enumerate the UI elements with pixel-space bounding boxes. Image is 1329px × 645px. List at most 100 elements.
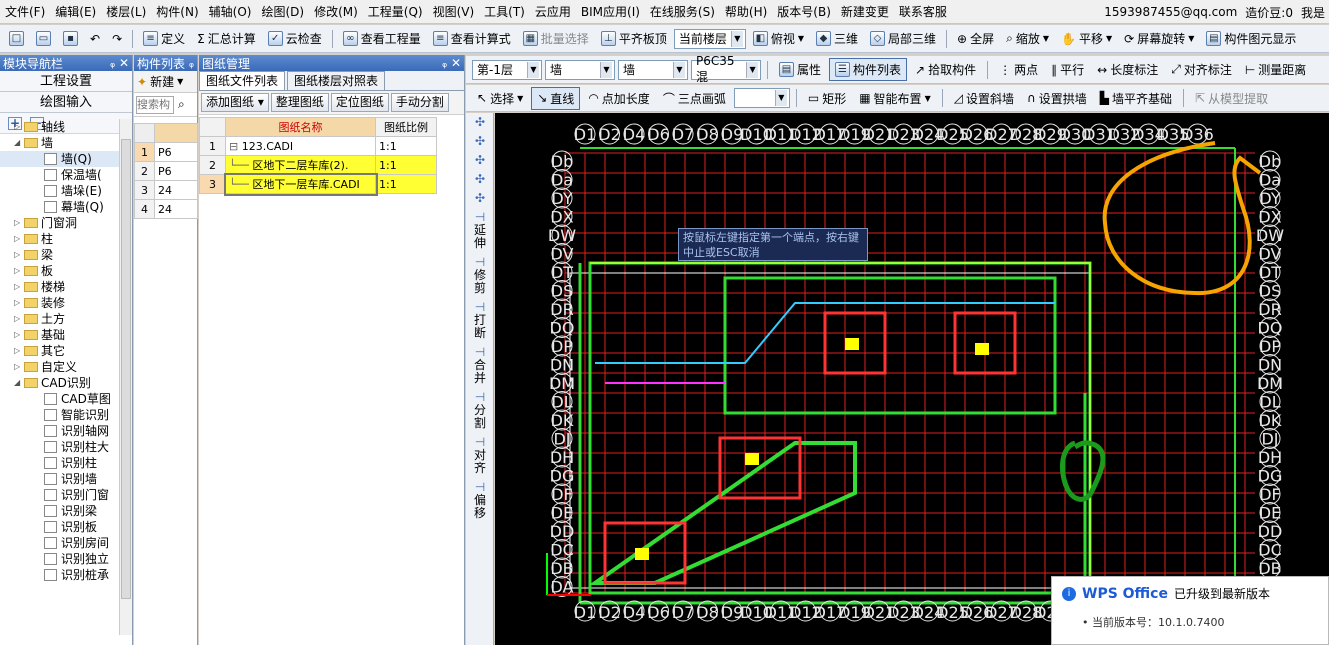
component-cell[interactable]: 24 xyxy=(154,180,198,200)
pan-button[interactable]: ✋ 平移 ▼ xyxy=(1056,28,1117,49)
menu-item-16[interactable]: 联系客服 xyxy=(894,3,952,20)
project-settings-button[interactable]: 工程设置 xyxy=(0,71,132,92)
floor-selector[interactable]: 当前楼层 ▼ xyxy=(673,28,746,49)
menu-item-6[interactable]: 修改(M) xyxy=(309,3,363,20)
tree-item[interactable]: ▷ 柱 xyxy=(0,231,120,247)
property-button[interactable]: ▤ 属性 xyxy=(774,59,826,80)
new-component-button[interactable]: ✦ 新建 ▼ xyxy=(137,73,183,90)
cad-drawing[interactable]: D1D1D2D2D4D4D6D6D7D7D8D8D9D9D10D10D11D11… xyxy=(495,113,1329,645)
fullscreen-button[interactable]: ⊕ 全屏 xyxy=(952,28,999,49)
tree-item[interactable]: ◢ 墙 xyxy=(0,135,120,151)
tree-item[interactable]: 墙垛(E) xyxy=(0,183,120,199)
expand-arrow-icon[interactable]: ▷ xyxy=(14,279,24,295)
drawing-name-cell[interactable]: ⊟ 123.CADI xyxy=(225,136,376,156)
tree-item[interactable]: ▷ 土方 xyxy=(0,311,120,327)
arch-wall-button[interactable]: ∩ 设置拱墙 xyxy=(1022,88,1092,109)
batch-select-button[interactable]: ▦ 批量选择 xyxy=(518,28,594,49)
table-row[interactable]: 2 P6 xyxy=(134,161,198,181)
tree-item[interactable]: 识别独立 xyxy=(0,551,120,567)
expand-arrow-icon[interactable]: ▷ xyxy=(14,311,24,327)
sum-calc-button[interactable]: Σ 汇总计算 xyxy=(192,28,261,49)
tree-item[interactable]: 识别墙 xyxy=(0,471,120,487)
expand-arrow-icon[interactable]: ◢ xyxy=(14,375,24,391)
measure-distance-button[interactable]: ⊢ 测量距离 xyxy=(1240,59,1311,80)
rotate-icon[interactable]: ✣ xyxy=(466,189,494,208)
brush-icon[interactable]: ✣ xyxy=(466,113,494,132)
scrollbar-thumb[interactable] xyxy=(121,139,131,599)
tree-item[interactable]: ▷ 自定义 xyxy=(0,359,120,375)
side-tool-6[interactable]: ⊣ 偏移 xyxy=(466,478,494,523)
menu-item-2[interactable]: 楼层(L) xyxy=(101,3,151,20)
align-base-button[interactable]: ▙ 墙平齐基础 xyxy=(1095,88,1177,109)
locate-drawing-button[interactable]: 定位图纸 xyxy=(330,93,389,112)
menu-item-9[interactable]: 工具(T) xyxy=(479,3,530,20)
table-row[interactable]: 1 P6 xyxy=(134,142,198,162)
tree-item[interactable]: ▷ 装修 xyxy=(0,295,120,311)
pin-icon[interactable]: ᵩ xyxy=(189,56,194,70)
menu-item-13[interactable]: 帮助(H) xyxy=(720,3,772,20)
flush-top-button[interactable]: ⊥ 平齐板顶 xyxy=(596,28,672,49)
side-tool-4[interactable]: ⊣ 分割 xyxy=(466,388,494,433)
side-tool-1[interactable]: ⊣ 修剪 xyxy=(466,253,494,298)
mirror-icon[interactable]: ✣ xyxy=(466,151,494,170)
zoom-button[interactable]: ⌕ 缩放 ▼ xyxy=(1001,28,1054,49)
subtype-dropdown[interactable]: 墙 ▼ xyxy=(618,59,688,80)
tab-floor-map[interactable]: 图纸楼层对照表 xyxy=(287,71,386,90)
point-length-button[interactable]: ◠ 点加长度 xyxy=(583,88,655,109)
drawing-name-cell[interactable]: └── 区地下一层车库.CADI xyxy=(223,172,378,196)
save-button[interactable]: ▪ xyxy=(58,29,83,48)
expand-arrow-icon[interactable]: ▷ xyxy=(14,119,24,135)
table-row[interactable]: 3 24 xyxy=(134,180,198,200)
component-cell[interactable]: P6 xyxy=(154,161,198,181)
menu-item-7[interactable]: 工程量(Q) xyxy=(363,3,428,20)
tree-item[interactable]: ▷ 楼梯 xyxy=(0,279,120,295)
tree-item[interactable]: CAD草图 xyxy=(0,391,120,407)
component-cell[interactable]: 24 xyxy=(154,199,198,219)
component-search-input[interactable] xyxy=(136,95,174,114)
tree-item[interactable]: 识别房间 xyxy=(0,535,120,551)
account-email[interactable]: 1593987455@qq.com xyxy=(1104,5,1237,19)
search-icon[interactable]: ⌕ xyxy=(178,97,185,112)
redo-button[interactable]: ↷ xyxy=(107,30,127,48)
tab-file-list[interactable]: 图纸文件列表 xyxy=(199,71,286,90)
tree-item[interactable]: 识别柱大 xyxy=(0,439,120,455)
define-button[interactable]: ≡ 定义 xyxy=(138,28,190,49)
menu-item-12[interactable]: 在线服务(S) xyxy=(645,3,720,20)
parallel-button[interactable]: ∥ 平行 xyxy=(1046,59,1089,80)
expand-arrow-icon[interactable]: ▷ xyxy=(14,247,24,263)
menu-item-15[interactable]: 新建变更 xyxy=(836,3,894,20)
expand-arrow-icon[interactable]: ▷ xyxy=(14,263,24,279)
tree-item[interactable]: ▷ 梁 xyxy=(0,247,120,263)
tree-item[interactable]: ▷ 轴线 xyxy=(0,119,120,135)
menu-item-0[interactable]: 文件(F) xyxy=(0,3,50,20)
slope-wall-button[interactable]: ◿ 设置斜墙 xyxy=(949,88,1019,109)
view-quantity-button[interactable]: ∞ 查看工程量 xyxy=(338,28,426,49)
side-tool-2[interactable]: ⊣ 打断 xyxy=(466,298,494,343)
drawing-scale-cell[interactable]: 1:1 xyxy=(375,155,437,175)
menu-item-11[interactable]: BIM应用(I) xyxy=(576,3,645,20)
floor-dropdown[interactable]: 第-1层 ▼ xyxy=(472,59,542,80)
table-row[interactable]: 4 24 xyxy=(134,199,198,219)
table-row[interactable]: 2 └── 区地下二层车库(2). 1:1 xyxy=(199,155,437,175)
pick-component-button[interactable]: ↗ 拾取构件 xyxy=(910,59,981,80)
tree-item[interactable]: 幕墙(Q) xyxy=(0,199,120,215)
menu-item-14[interactable]: 版本号(B) xyxy=(772,3,836,20)
add-drawing-button[interactable]: 添加图纸 ▾ xyxy=(201,93,269,112)
material-dropdown[interactable]: P6C35混 ▼ xyxy=(691,54,761,84)
tree-scrollbar[interactable] xyxy=(119,119,132,635)
tree-item[interactable]: 识别板 xyxy=(0,519,120,535)
menu-item-5[interactable]: 绘图(D) xyxy=(256,3,309,20)
table-row[interactable]: 3 └── 区地下一层车库.CADI 1:1 xyxy=(199,172,437,196)
three-point-arc-button[interactable]: ⌒ 三点画弧 xyxy=(658,88,731,109)
menu-item-3[interactable]: 构件(N) xyxy=(151,3,203,20)
expand-arrow-icon[interactable]: ▷ xyxy=(14,343,24,359)
select-button[interactable]: ↖ 选择 ▼ xyxy=(472,88,528,109)
component-cell[interactable]: P6 xyxy=(154,142,198,162)
tree-item[interactable]: 识别桩承 xyxy=(0,567,120,583)
move-icon[interactable]: ✣ xyxy=(466,170,494,189)
node-icon[interactable]: ✣ xyxy=(466,132,494,151)
organize-drawing-button[interactable]: 整理图纸 xyxy=(270,93,329,112)
type-dropdown[interactable]: 墙 ▼ xyxy=(545,59,615,80)
drawing-name-cell[interactable]: └── 区地下二层车库(2). xyxy=(225,155,376,175)
side-tool-0[interactable]: ⊣ 延伸 xyxy=(466,208,494,253)
